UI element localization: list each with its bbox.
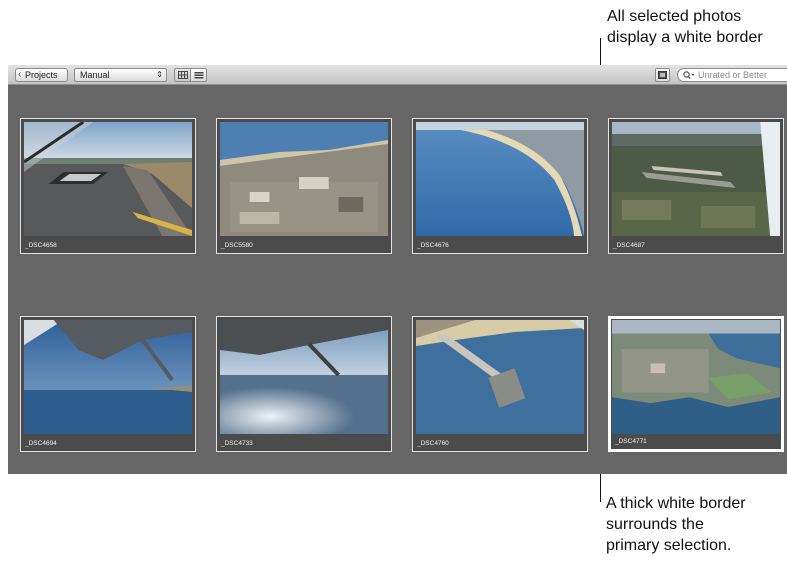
runway-photo bbox=[24, 122, 192, 236]
photo-thumbnail[interactable]: _DSC4687 bbox=[608, 118, 784, 254]
callout-selected-border: All selected photos display a white bord… bbox=[607, 6, 763, 48]
photo-thumbnail[interactable]: _DSC4658 bbox=[20, 118, 196, 254]
list-view-button[interactable] bbox=[190, 68, 207, 82]
list-icon bbox=[194, 72, 204, 79]
wing-sky-photo bbox=[24, 320, 192, 434]
photo-filename: _DSC4687 bbox=[613, 242, 645, 249]
filter-field-value: Unrated or Better bbox=[698, 70, 768, 80]
airport-aerial-photo bbox=[612, 122, 780, 236]
photo-thumbnail[interactable]: _DSC4760 bbox=[412, 316, 588, 452]
callout-primary-border: A thick white border surrounds the prima… bbox=[606, 493, 746, 556]
photo-filename: _DSC4676 bbox=[417, 242, 449, 249]
sort-select[interactable]: Manual ⇕ bbox=[74, 68, 167, 82]
pier-aerial-photo bbox=[416, 320, 584, 434]
photo-thumbnail[interactable]: _DSC5580 bbox=[216, 118, 392, 254]
photo-browser-icon bbox=[658, 71, 667, 79]
photo-thumbnail[interactable]: _DSC4733 bbox=[216, 316, 392, 452]
projects-button-label: Projects bbox=[25, 70, 58, 80]
photo-filename: _DSC5580 bbox=[221, 242, 253, 249]
select-arrows-icon: ⇕ bbox=[156, 70, 163, 79]
photo-filename: _DSC4771 bbox=[615, 438, 647, 445]
photo-filename: _DSC4694 bbox=[25, 440, 57, 447]
wing-ocean-glare-photo bbox=[220, 320, 388, 434]
callout-line-3: primary selection. bbox=[606, 537, 732, 554]
back-chevron-icon: ‹ bbox=[18, 69, 22, 80]
photo-thumbnail-primary[interactable]: _DSC4771 bbox=[608, 316, 784, 452]
photo-filename: _DSC4733 bbox=[221, 440, 253, 447]
callout-line-1: All selected photos bbox=[607, 8, 742, 25]
filter-field[interactable]: Unrated or Better bbox=[677, 68, 787, 82]
photo-thumbnail[interactable]: _DSC4676 bbox=[412, 118, 588, 254]
callout-line-2: surrounds the bbox=[606, 516, 704, 533]
beach-coastline-photo bbox=[416, 122, 584, 236]
callout-line-2: display a white border bbox=[607, 29, 763, 46]
browser-toolbar: ‹ Projects Manual ⇕ Unrated or Better bbox=[8, 65, 787, 85]
search-icon bbox=[683, 71, 695, 83]
photo-thumbnail[interactable]: _DSC4694 bbox=[20, 316, 196, 452]
coastal-town-aerial-photo bbox=[612, 320, 780, 434]
projects-button[interactable]: ‹ Projects bbox=[15, 68, 68, 82]
callout-line-1: A thick white border bbox=[606, 495, 746, 512]
photo-filename: _DSC4658 bbox=[25, 242, 57, 249]
coastal-city-photo bbox=[220, 122, 388, 236]
browser-mode-button[interactable] bbox=[655, 68, 670, 82]
photo-browser: ‹ Projects Manual ⇕ Unrated or Better _D… bbox=[8, 65, 787, 474]
photo-filename: _DSC4760 bbox=[417, 440, 449, 447]
grid-view-button[interactable] bbox=[174, 68, 191, 82]
grid-icon bbox=[178, 71, 188, 79]
sort-select-value: Manual bbox=[80, 70, 110, 80]
